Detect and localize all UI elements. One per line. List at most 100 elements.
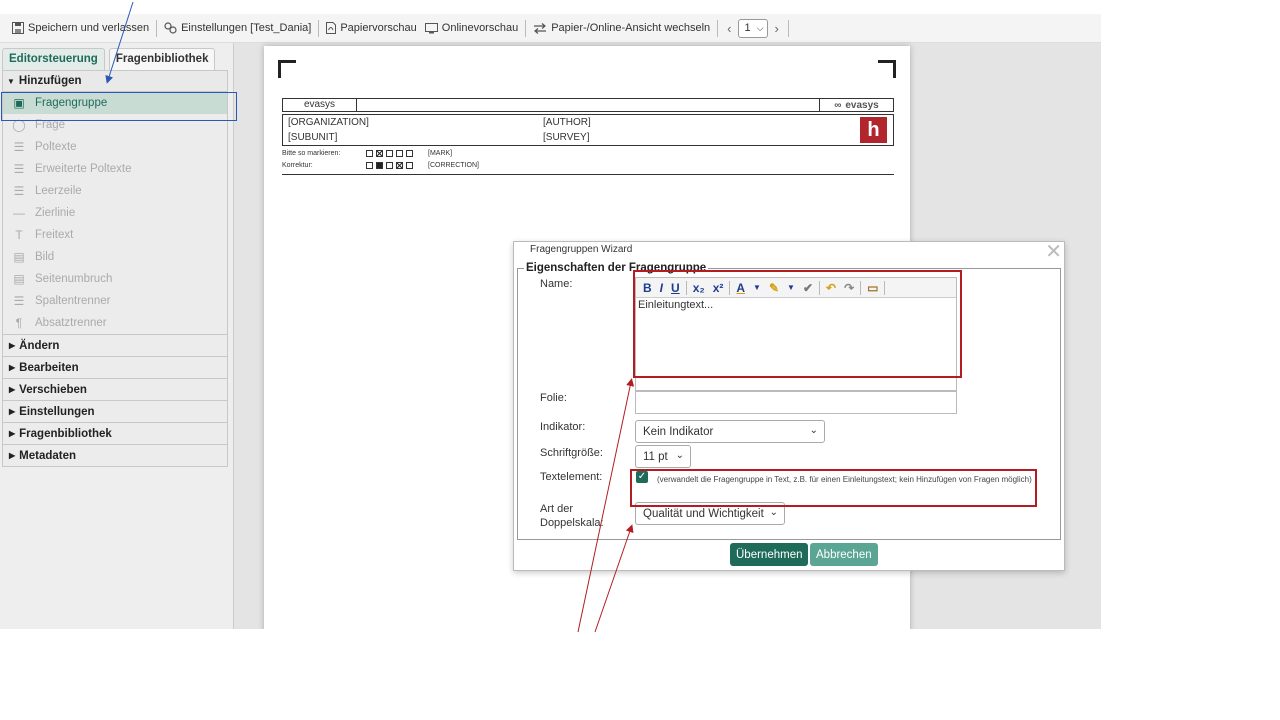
accordion-settings[interactable]: ▶ Einstellungen [2, 401, 228, 423]
font-color-button[interactable]: A [732, 281, 749, 295]
sidebar-item-label: Bild [35, 251, 55, 263]
checkbox-sample-filled [376, 162, 383, 169]
page-select-value: 1 [744, 22, 751, 34]
author-placeholder: [AUTHOR] [543, 117, 591, 128]
italic-button[interactable]: I [656, 281, 667, 295]
editor-toolbar-divider [685, 280, 687, 295]
sidebar-item-extended-poltext[interactable]: ☰ Erweiterte Poltexte [3, 158, 227, 180]
question-group-wizard-dialog: Fragengruppen Wizard ✕ Eigenschaften der… [513, 241, 1065, 571]
main-toolbar: Speichern und verlassen Einstellungen [T… [0, 14, 1101, 43]
decor-line-icon: — [13, 206, 25, 220]
textelement-note: (verwandelt die Fragengruppe in Text, z.… [657, 475, 1032, 484]
sidebar-item-column-separator[interactable]: ☰ Spaltentrenner [3, 290, 227, 312]
paste-icon[interactable]: ▭ [863, 281, 882, 295]
accordion-edit[interactable]: ▶ Bearbeiten [2, 357, 228, 379]
sidebar-item-page-break[interactable]: ▤ Seitenumbruch [3, 268, 227, 290]
switch-view-button[interactable]: Papier-/Online-Ansicht wechseln [529, 18, 714, 38]
save-exit-button[interactable]: Speichern und verlassen [8, 18, 153, 38]
form-meta-box: [ORGANIZATION] [SUBUNIT] [AUTHOR] [SURVE… [282, 114, 894, 146]
tab-editor-control[interactable]: Editorsteuerung [2, 48, 105, 70]
chevron-down-icon[interactable]: ▼ [783, 283, 799, 292]
scale-type-select[interactable]: Qualität und Wichtigkeit ⌄ [635, 502, 785, 525]
cancel-button[interactable]: Abbrechen [810, 543, 878, 566]
bold-button[interactable]: B [639, 281, 656, 295]
sidebar-item-paragraph-separator[interactable]: ¶ Absatztrenner [3, 312, 227, 334]
sidebar-item-question[interactable]: ◯ Frage [3, 114, 227, 136]
floppy-icon [12, 22, 24, 34]
triangle-right-icon: ▶ [9, 429, 16, 438]
scale-type-label-line1: Art der [540, 503, 574, 515]
scale-type-label-line2: Doppelskala: [540, 517, 604, 529]
accordion-label: Verschieben [19, 383, 87, 396]
fontsize-select[interactable]: 11 pt ⌄ [635, 445, 691, 468]
corner-mark-top-right [878, 60, 896, 78]
toolbar-divider [525, 19, 527, 37]
correction-label: Korrektur: [282, 162, 313, 169]
textelement-label: Textelement: [540, 471, 603, 483]
sidebar-item-label: Spaltentrenner [35, 295, 111, 307]
online-preview-button[interactable]: Onlinevorschau [421, 18, 522, 38]
header-spacer [357, 99, 819, 111]
accordion-change[interactable]: ▶ Ändern [2, 335, 228, 357]
sidebar-item-poltext[interactable]: ☰ Poltexte [3, 136, 227, 158]
triangle-right-icon: ▶ [9, 341, 16, 350]
sidebar-item-freetext[interactable]: T Freitext [3, 224, 227, 246]
accordion-question-library[interactable]: ▶ Fragenbibliothek [2, 423, 228, 445]
sidebar-item-image[interactable]: ▤ Bild [3, 246, 227, 268]
remove-format-icon[interactable]: ✔ [799, 281, 817, 295]
correction-code: [CORRECTION] [428, 162, 479, 169]
sidebar-item-label: Zierlinie [35, 207, 76, 219]
next-page-button[interactable]: › [768, 21, 784, 36]
superscript-button[interactable]: x² [709, 281, 728, 295]
settings-button[interactable]: Einstellungen [Test_Dania] [160, 18, 315, 38]
apply-button[interactable]: Übernehmen [730, 543, 809, 566]
accordion-move[interactable]: ▶ Verschieben [2, 379, 228, 401]
paper-preview-button[interactable]: Papiervorschau [322, 18, 420, 38]
online-preview-label: Onlinevorschau [441, 22, 519, 34]
indicator-select[interactable]: Kein Indikator ⌄ [635, 420, 825, 443]
accordion-metadata[interactable]: ▶ Metadaten [2, 445, 228, 467]
sidebar-item-label: Poltexte [35, 141, 77, 153]
name-editor-content[interactable]: Einleitungtext... [636, 298, 956, 312]
tab-question-library[interactable]: Fragenbibliothek [108, 48, 216, 70]
mark-instruction-row: Bitte so markieren: [MARK] [282, 150, 452, 157]
sidebar-item-label: Fragengruppe [35, 97, 108, 109]
chevron-down-icon[interactable]: ▼ [749, 283, 765, 292]
folie-textarea[interactable] [635, 391, 957, 414]
brand-left-label: evasys [283, 99, 357, 111]
indicator-select-value: Kein Indikator [643, 425, 714, 438]
sidebar-item-blank-line[interactable]: ☰ Leerzeile [3, 180, 227, 202]
blank-line-icon: ☰ [13, 184, 25, 198]
name-rich-text-editor[interactable]: B I U x₂ x² A ▼ ✎ ▼ ✔ ↶ ↷ ▭ Einleitungte… [635, 277, 957, 391]
editor-toolbar-divider [729, 280, 731, 295]
sidebar-item-question-group[interactable]: ▣ Fragengruppe [3, 92, 227, 114]
close-icon[interactable]: ✕ [1045, 239, 1062, 264]
mark-code: [MARK] [428, 150, 453, 157]
organization-placeholder: [ORGANIZATION] [288, 117, 369, 128]
accordion-label: Einstellungen [19, 405, 95, 418]
dialog-title: Fragengruppen Wizard [530, 244, 633, 255]
sidebar-item-label: Frage [35, 119, 66, 131]
mark-label: Bitte so markieren: [282, 150, 341, 157]
redo-icon[interactable]: ↷ [840, 281, 858, 295]
swap-arrows-icon [534, 22, 547, 34]
editor-toolbar: B I U x₂ x² A ▼ ✎ ▼ ✔ ↶ ↷ ▭ [636, 278, 956, 298]
checkbox-sample-crossed [376, 150, 383, 157]
checkbox-sample [386, 150, 393, 157]
checkbox-sample [396, 150, 403, 157]
evasys-logo: ∞ evasys [819, 99, 893, 111]
save-exit-label: Speichern und verlassen [28, 22, 150, 34]
prev-page-button[interactable]: ‹ [721, 21, 737, 36]
subscript-button[interactable]: x₂ [689, 281, 709, 295]
gears-icon [164, 22, 177, 34]
left-panel: Editorsteuerung Fragenbibliothek ▼ Hinzu… [0, 43, 234, 629]
folie-label: Folie: [540, 392, 567, 404]
checkbox-sample-crossed [396, 162, 403, 169]
sidebar-item-decor-line[interactable]: — Zierlinie [3, 202, 227, 224]
highlighter-icon[interactable]: ✎ [765, 281, 783, 295]
accordion-add-header[interactable]: ▼ Hinzufügen [3, 71, 227, 92]
undo-icon[interactable]: ↶ [822, 281, 840, 295]
toolbar-divider [787, 19, 789, 37]
page-select[interactable]: 1 ⌵ [737, 18, 769, 38]
underline-button[interactable]: U [667, 281, 684, 295]
